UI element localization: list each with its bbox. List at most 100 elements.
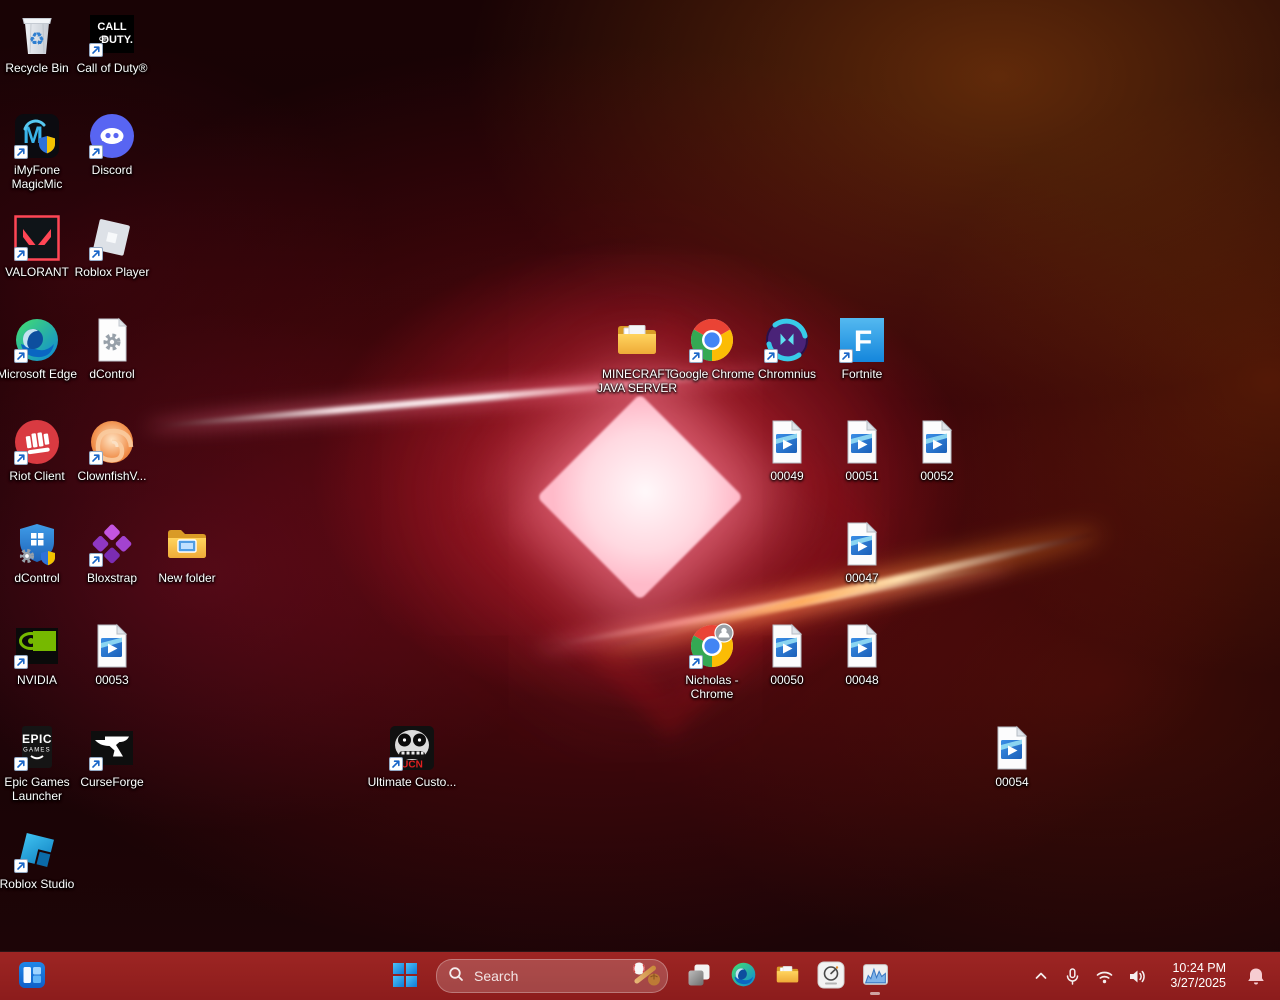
file-explorer-icon [774, 961, 801, 991]
desktop-icon-label: 00048 [845, 673, 878, 687]
taskbar-clock[interactable]: 10:24 PM 3/27/2025 [1164, 960, 1232, 992]
desktop-icon-label: Chromnius [758, 367, 816, 381]
desktop-icon-label: Riot Client [9, 469, 64, 483]
desktop-icon-video-00048[interactable]: 00048 [817, 622, 907, 687]
desktop-icon-dcontrol-document[interactable]: dControl [67, 316, 157, 381]
microsoft-edge-icon [730, 961, 757, 991]
shortcut-arrow-icon [764, 349, 778, 363]
shortcut-arrow-icon [14, 349, 28, 363]
nvidia-icon [13, 622, 61, 670]
svg-text:CALL: CALL [97, 21, 127, 33]
clock-time: 10:24 PM [1170, 961, 1226, 976]
imyfone-magicmic-icon: M [13, 112, 61, 160]
gauge-app-icon [817, 961, 845, 992]
svg-text:GAMES: GAMES [23, 748, 51, 754]
shortcut-arrow-icon [89, 247, 103, 261]
desktop-icon-label: Microsoft Edge [0, 367, 77, 381]
curseforge-icon [88, 724, 136, 772]
shortcut-arrow-icon [89, 145, 103, 159]
video-file-icon [838, 622, 886, 670]
dcontrol-document-icon [88, 316, 136, 364]
shortcut-arrow-icon [14, 859, 28, 873]
desktop-icon-video-00052[interactable]: 00052 [892, 418, 982, 483]
desktop-icon-video-00053[interactable]: 00053 [67, 622, 157, 687]
epic-games-icon: EPIC GAMES [13, 724, 61, 772]
tray-microphone-button[interactable] [1057, 956, 1088, 996]
video-file-icon [988, 724, 1036, 772]
video-file-icon [838, 520, 886, 568]
task-view-button[interactable] [679, 956, 719, 996]
clownfish-voice-changer-icon [88, 418, 136, 466]
widgets-button[interactable] [12, 956, 52, 996]
desktop-icon-label: 00053 [95, 673, 128, 687]
shortcut-arrow-icon [839, 349, 853, 363]
notification-bell-button[interactable] [1240, 956, 1272, 996]
desktop-icon-call-of-duty[interactable]: CALL OF DUTY. Call of Duty® [67, 10, 157, 75]
desktop-icon-video-00047[interactable]: 00047 [817, 520, 907, 585]
shortcut-arrow-icon [14, 451, 28, 465]
desktop-icon-fortnite[interactable]: F Fortnite [817, 316, 907, 381]
video-file-icon [763, 418, 811, 466]
desktop-icon-curseforge[interactable]: CurseForge [67, 724, 157, 789]
discord-icon [88, 112, 136, 160]
microsoft-edge-icon [13, 316, 61, 364]
gauge-app-button[interactable] [811, 956, 851, 996]
desktop-icon-ultimate-custom-night[interactable]: UCN Ultimate Custo... [367, 724, 457, 789]
search-box[interactable] [436, 959, 668, 993]
desktop-icon-discord[interactable]: Discord [67, 112, 157, 177]
desktop-icon-label: New folder [158, 571, 215, 585]
desktop-icon-clownfish[interactable]: ClownfishV... [67, 418, 157, 483]
desktop-icon-label: Roblox Player [75, 265, 150, 279]
edge-taskbar-button[interactable] [723, 956, 763, 996]
taskbar-center [385, 956, 895, 996]
task-manager-button[interactable] [855, 956, 895, 996]
shortcut-arrow-icon [389, 757, 403, 771]
desktop-icon-label: Bloxstrap [87, 571, 137, 585]
bloxstrap-icon [88, 520, 136, 568]
desktop-icon-new-folder[interactable]: New folder [142, 520, 232, 585]
desktop-icon-label: Fortnite [842, 367, 883, 381]
video-file-icon [763, 622, 811, 670]
file-explorer-button[interactable] [767, 956, 807, 996]
clock-date: 3/27/2025 [1170, 976, 1226, 991]
desktop-icon-label: ClownfishV... [78, 469, 147, 483]
desktop-icon-roblox-studio[interactable]: Roblox Studio [0, 826, 82, 891]
shortcut-arrow-icon [14, 247, 28, 261]
desktop-icon-video-00054[interactable]: 00054 [967, 724, 1057, 789]
desktop-icon-label: CurseForge [80, 775, 143, 789]
shortcut-arrow-icon [689, 655, 703, 669]
desktop-icon-roblox-player[interactable]: Roblox Player [67, 214, 157, 279]
search-input[interactable] [472, 967, 630, 985]
tray-wifi-button[interactable] [1088, 956, 1121, 996]
desktop-icon-label: Ultimate Custo... [368, 775, 457, 789]
video-file-icon [88, 622, 136, 670]
start-button[interactable] [385, 956, 425, 996]
nicholas-chrome-icon [688, 622, 736, 670]
shortcut-arrow-icon [689, 349, 703, 363]
desktop-icon-label: dControl [14, 571, 59, 585]
ultimate-custom-night-icon: UCN [388, 724, 436, 772]
tray-chevron-up-button[interactable] [1025, 956, 1057, 996]
svg-text:DUTY.: DUTY. [101, 34, 133, 46]
chevron-up-icon [1031, 966, 1051, 986]
task-view-icon [686, 962, 712, 991]
video-file-icon [838, 418, 886, 466]
riot-client-icon [13, 418, 61, 466]
desktop-icon-label: dControl [89, 367, 134, 381]
svg-text:F: F [854, 325, 872, 358]
tray-volume-button[interactable] [1121, 956, 1154, 996]
call-of-duty-icon: CALL OF DUTY. [88, 10, 136, 58]
desktop-icon-label: VALORANT [5, 265, 69, 279]
roblox-studio-icon [13, 826, 61, 874]
shortcut-arrow-icon [89, 757, 103, 771]
roblox-player-icon [88, 214, 136, 262]
search-icon [448, 966, 464, 987]
running-indicator [870, 992, 880, 995]
google-chrome-icon [688, 316, 736, 364]
folder-icon [613, 316, 661, 364]
desktop-icon-label: Recycle Bin [5, 61, 68, 75]
svg-text:EPIC: EPIC [22, 732, 52, 746]
widgets-icon [18, 961, 46, 992]
video-file-icon [913, 418, 961, 466]
system-tray: 10:24 PM 3/27/2025 [1025, 952, 1272, 1000]
